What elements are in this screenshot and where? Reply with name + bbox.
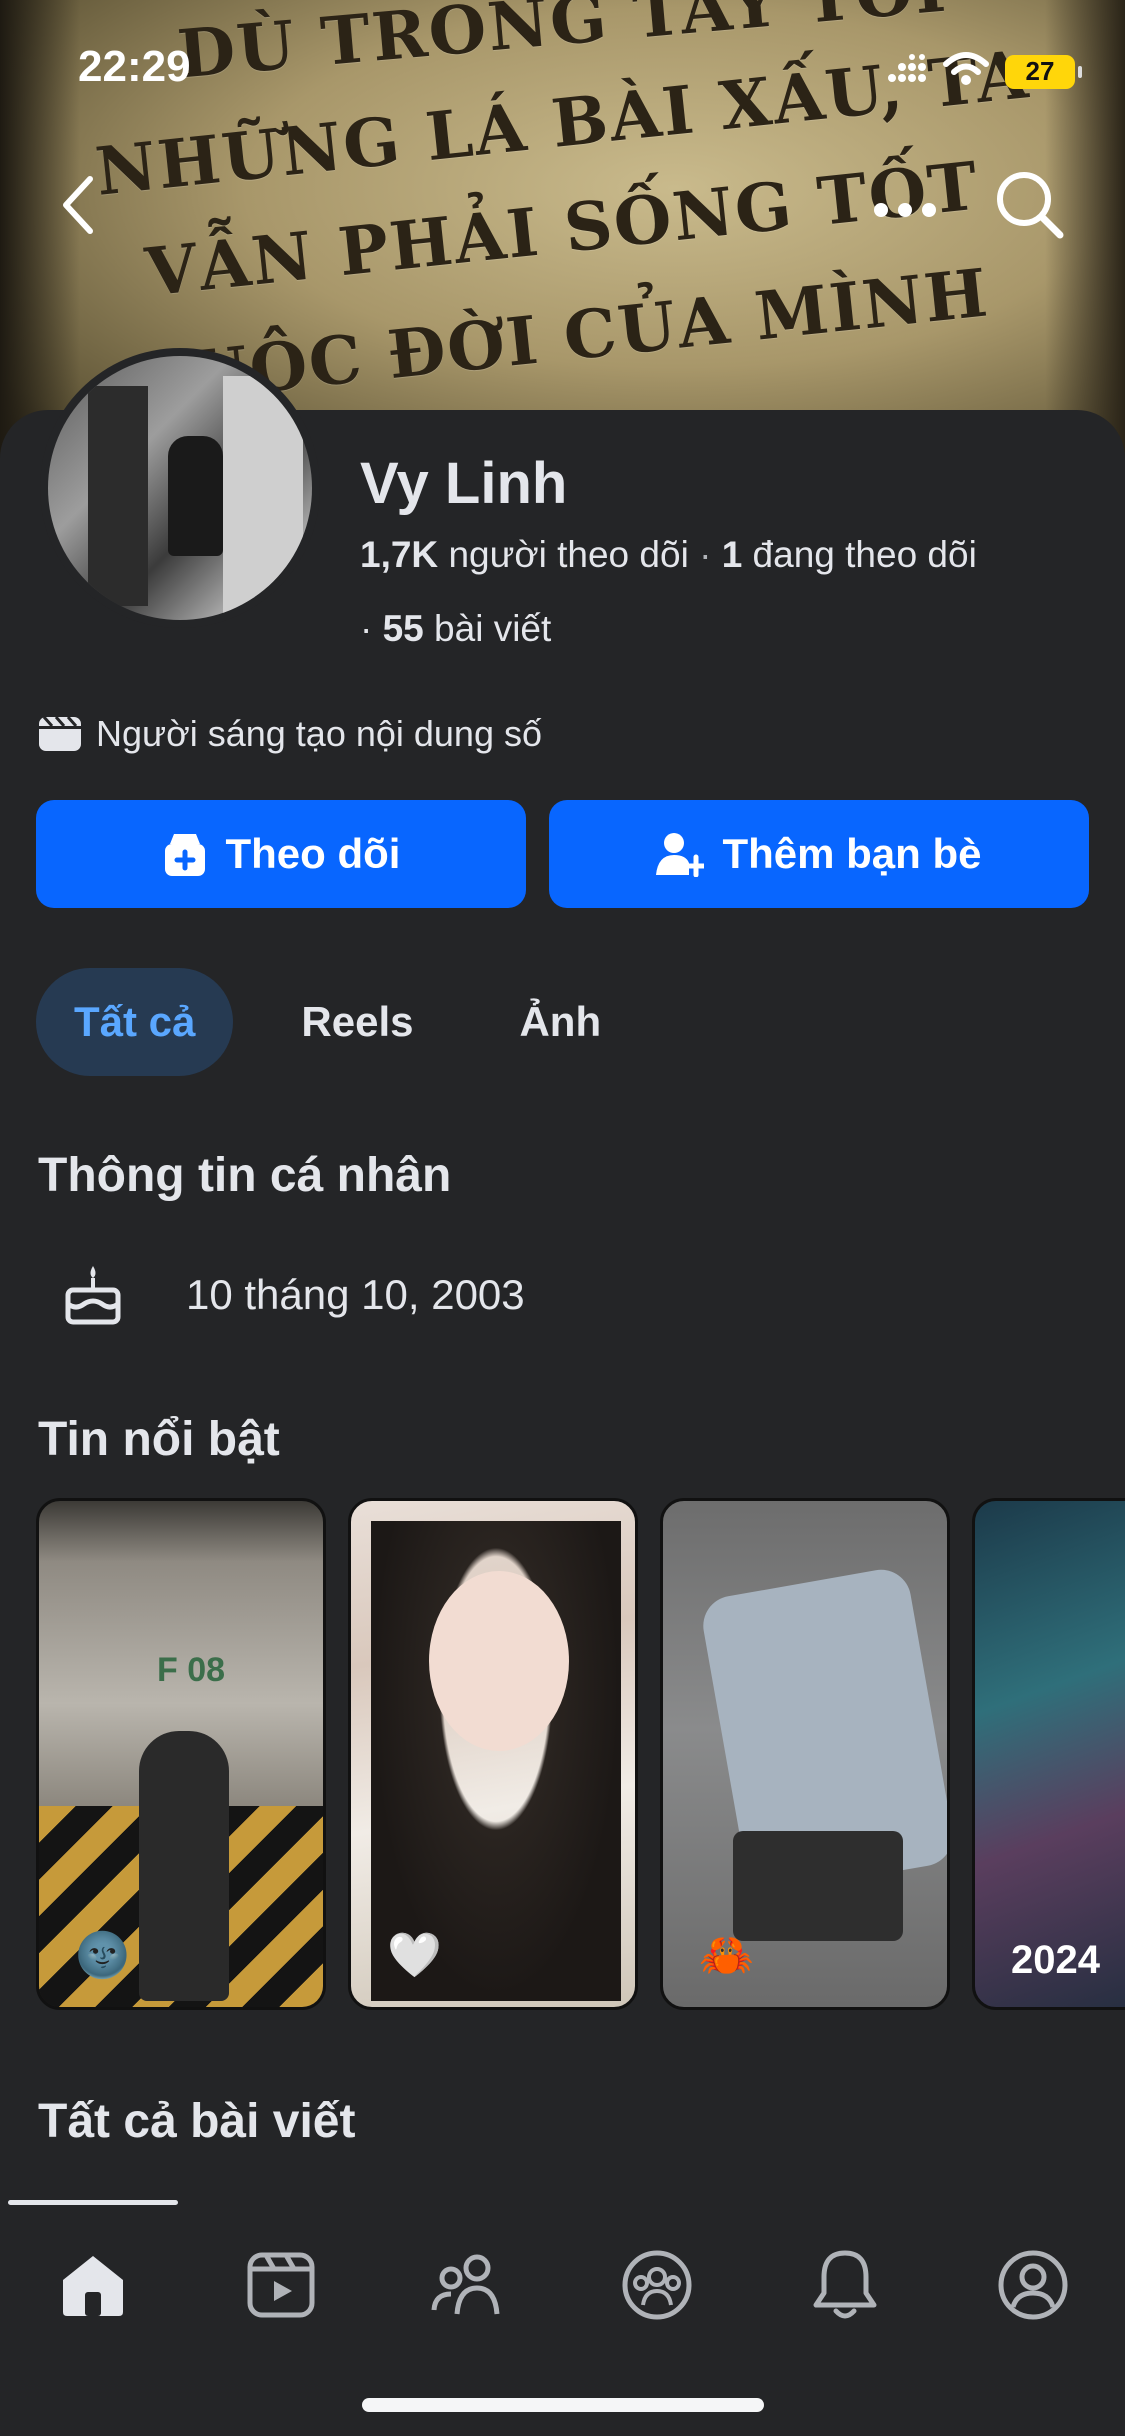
add-friend-label: Thêm bạn bè xyxy=(722,830,982,877)
followers-label[interactable]: người theo dõi xyxy=(448,534,688,575)
profile-screen: DÙ TRONG TAY TÔI NHỮNG LÁ BÀI XẤU, TA VẪ… xyxy=(0,0,1125,2436)
highlights-list: F 08 🌚 🤍 🦀 2024 xyxy=(36,1498,1125,2010)
highlight-item[interactable]: 2024 xyxy=(972,1498,1125,2010)
back-chevron-icon xyxy=(63,176,93,234)
highlight-photo-detail xyxy=(429,1571,569,1751)
highlight-emoji: 🤍 xyxy=(387,1931,442,1980)
highlight-emoji: 🌚 xyxy=(75,1931,130,1980)
posts-count: 55 xyxy=(382,608,424,649)
home-icon xyxy=(63,2256,123,2316)
profile-name: Vy Linh xyxy=(360,451,568,516)
avatar-image xyxy=(48,356,312,620)
birthday-cake-icon xyxy=(65,1266,121,1325)
follow-icon xyxy=(164,834,205,876)
highlight-item[interactable]: F 08 🌚 xyxy=(36,1498,326,2010)
add-friend-icon xyxy=(656,833,705,877)
highlight-emoji: 🦀 xyxy=(699,1931,754,1980)
follow-label: Theo dõi xyxy=(225,830,401,877)
nav-groups[interactable] xyxy=(612,2240,702,2330)
highlight-photo-detail xyxy=(733,1831,903,1941)
creator-badge: Người sáng tạo nội dung số xyxy=(38,713,542,755)
following-label[interactable]: đang theo dõi xyxy=(753,534,977,575)
status-bar: 22:29 27 xyxy=(0,0,1125,140)
highlight-photo-detail xyxy=(139,1731,229,2001)
following-count: 1 xyxy=(721,534,743,575)
back-button[interactable] xyxy=(48,165,108,245)
highlight-year: 2024 xyxy=(1011,1938,1100,1982)
posts-separator: · xyxy=(360,608,383,649)
add-friend-button[interactable]: Thêm bạn bè xyxy=(549,800,1089,908)
tab-photos[interactable]: Ảnh xyxy=(481,968,639,1076)
status-icons: 27 xyxy=(887,52,1082,91)
profile-icon xyxy=(998,2250,1068,2320)
posts-label: bài viết xyxy=(434,608,552,649)
nav-profile[interactable] xyxy=(988,2240,1078,2330)
birthday-text: 10 tháng 10, 2003 xyxy=(186,1271,525,1318)
search-button[interactable] xyxy=(990,165,1070,245)
nav-friends[interactable] xyxy=(424,2240,514,2330)
active-tab-indicator xyxy=(8,2200,178,2205)
nav-notifications[interactable] xyxy=(800,2240,890,2330)
groups-icon xyxy=(622,2250,692,2320)
clapperboard-icon xyxy=(39,716,81,751)
friends-icon xyxy=(431,2254,500,2315)
followers-count: 1,7K xyxy=(360,534,439,575)
highlights-title: Tin nổi bật xyxy=(38,1413,280,1466)
cellular-signal-icon xyxy=(887,54,927,89)
stats-separator: · xyxy=(699,534,722,575)
profile-tabs: Tất cả Reels Ảnh xyxy=(36,968,639,1076)
more-options-button[interactable] xyxy=(870,185,940,235)
follow-button[interactable]: Theo dõi xyxy=(36,800,526,908)
nav-video[interactable] xyxy=(236,2240,326,2330)
wifi-icon xyxy=(943,52,989,91)
profile-stats: 1,7K người theo dõi · 1 đang theo dõi xyxy=(360,534,977,576)
nav-home[interactable] xyxy=(48,2240,138,2330)
posts-title: Tất cả bài viết xyxy=(38,2095,356,2148)
more-dots-icon xyxy=(874,203,936,217)
notifications-icon xyxy=(813,2250,877,2319)
highlight-sign: F 08 xyxy=(157,1651,226,1689)
posts-stats: · 55 bài viết xyxy=(360,608,551,650)
tab-all[interactable]: Tất cả xyxy=(36,968,234,1076)
tab-reels[interactable]: Reels xyxy=(263,968,451,1076)
highlight-item[interactable]: 🦀 xyxy=(660,1498,950,2010)
about-title: Thông tin cá nhân xyxy=(38,1149,452,1202)
creator-label: Người sáng tạo nội dung số xyxy=(96,713,542,754)
avatar[interactable] xyxy=(40,348,320,628)
birthday-row: 10 tháng 10, 2003 xyxy=(60,1262,525,1328)
battery-indicator: 27 xyxy=(1005,54,1082,89)
highlight-item[interactable]: 🤍 xyxy=(348,1498,638,2010)
search-icon xyxy=(997,172,1064,239)
status-time: 22:29 xyxy=(78,42,191,91)
video-icon xyxy=(247,2252,315,2318)
home-indicator[interactable] xyxy=(362,2398,764,2412)
